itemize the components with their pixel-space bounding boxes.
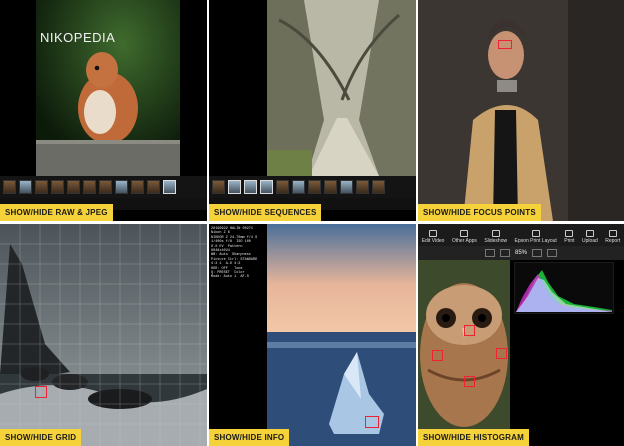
filmstrip-thumbnail[interactable]: [212, 180, 225, 194]
filmstrip-thumbnail[interactable]: [147, 180, 160, 194]
toolbar-print[interactable]: Print: [564, 230, 575, 244]
filmstrip-thumbnail[interactable]: [260, 180, 273, 194]
panel-histogram: Edit Video Other Apps Slideshow Epson Pr…: [418, 224, 624, 446]
filmstrip-thumbnail[interactable]: [51, 180, 64, 194]
caption-histogram: SHOW/HIDE HISTOGRAM: [418, 429, 529, 446]
focus-point-marker: [464, 376, 475, 387]
actual-size-icon[interactable]: [499, 249, 510, 257]
zoom-in-icon[interactable]: [547, 249, 557, 257]
filmstrip-thumbnail[interactable]: [356, 180, 369, 194]
filmstrip-thumbnail[interactable]: [83, 180, 96, 194]
filmstrip-thumbnail[interactable]: [3, 180, 16, 194]
filmstrip-thumbnail[interactable]: [244, 180, 257, 194]
toolbar-report[interactable]: Report: [605, 230, 620, 244]
portrait-photo: [418, 0, 624, 221]
slideshow-icon: [491, 230, 500, 237]
caption-sequences: SHOW/HIDE SEQUENCES: [209, 204, 322, 221]
filmstrip[interactable]: [0, 176, 207, 198]
toolbar-edit-video[interactable]: Edit Video: [422, 230, 444, 244]
filmstrip-thumbnail[interactable]: [115, 180, 128, 194]
focus-point-marker: [432, 350, 443, 361]
app-toolbar: Edit Video Other Apps Slideshow Epson Pr…: [418, 224, 624, 246]
caption-focus-points: SHOW/HIDE FOCUS POINTS: [418, 204, 541, 221]
filmstrip-thumbnail[interactable]: [340, 180, 353, 194]
filmstrip-thumbnail[interactable]: [308, 180, 321, 194]
filmstrip-thumbnail[interactable]: [99, 180, 112, 194]
print-icon: [565, 230, 574, 237]
other-apps-icon: [460, 230, 469, 237]
filmstrip-thumbnail[interactable]: [131, 180, 144, 194]
focus-point-marker: [35, 386, 47, 398]
panel-raw-jpeg: NIKOPEDIA SHOW/HIDE RAW & JPEG: [0, 0, 207, 221]
caption-raw-jpeg: SHOW/HIDE RAW & JPEG: [0, 204, 113, 221]
filmstrip[interactable]: [209, 176, 416, 198]
report-icon: [608, 230, 617, 237]
filmstrip-thumbnail[interactable]: [276, 180, 289, 194]
image-info-overlay: 20190922 HALIN 00271 Nikon Z 6 NIKKOR Z …: [211, 227, 258, 280]
feature-collage: NIKOPEDIA SHOW/HIDE RAW & JPEG SHOW/HIDE…: [0, 0, 624, 446]
toolbar-upload[interactable]: Upload: [582, 230, 598, 244]
filmstrip-thumbnail[interactable]: [19, 180, 32, 194]
print-layout-icon: [531, 230, 540, 237]
panel-info: 20190922 HALIN 00271 Nikon Z 6 NIKKOR Z …: [209, 224, 416, 446]
caption-info: SHOW/HIDE INFO: [209, 429, 290, 446]
filmstrip-thumbnail[interactable]: [228, 180, 241, 194]
zoom-controls: 85%: [418, 246, 624, 260]
caption-grid: SHOW/HIDE GRID: [0, 429, 82, 446]
focus-point-marker: [464, 325, 475, 336]
panel-focus-points: SHOW/HIDE FOCUS POINTS: [418, 0, 624, 221]
toolbar-epson-print-layout[interactable]: Epson Print Layout: [515, 230, 557, 244]
filmstrip-thumbnail[interactable]: [292, 180, 305, 194]
nikopedia-watermark: NIKOPEDIA: [40, 30, 116, 45]
upload-icon: [585, 230, 594, 237]
zoom-out-icon[interactable]: [532, 249, 542, 257]
filmstrip-thumbnail[interactable]: [324, 180, 337, 194]
focus-point-marker: [365, 416, 379, 428]
edit-video-icon: [429, 230, 438, 237]
filmstrip-thumbnail[interactable]: [67, 180, 80, 194]
seascape-photo: [0, 224, 207, 446]
fit-icon[interactable]: [484, 249, 495, 257]
panel-sequences: SHOW/HIDE SEQUENCES: [209, 0, 416, 221]
filmstrip-thumbnail[interactable]: [372, 180, 385, 194]
toolbar-slideshow[interactable]: Slideshow: [484, 230, 507, 244]
focus-point-marker: [498, 40, 512, 49]
focus-point-marker: [496, 348, 507, 359]
filmstrip-thumbnail[interactable]: [35, 180, 48, 194]
panel-grid: SHOW/HIDE GRID: [0, 224, 207, 446]
filmstrip-thumbnail[interactable]: [163, 180, 176, 194]
zoom-level: 85%: [514, 250, 527, 256]
toolbar-other-apps[interactable]: Other Apps: [452, 230, 477, 244]
histogram-panel: [514, 262, 614, 314]
